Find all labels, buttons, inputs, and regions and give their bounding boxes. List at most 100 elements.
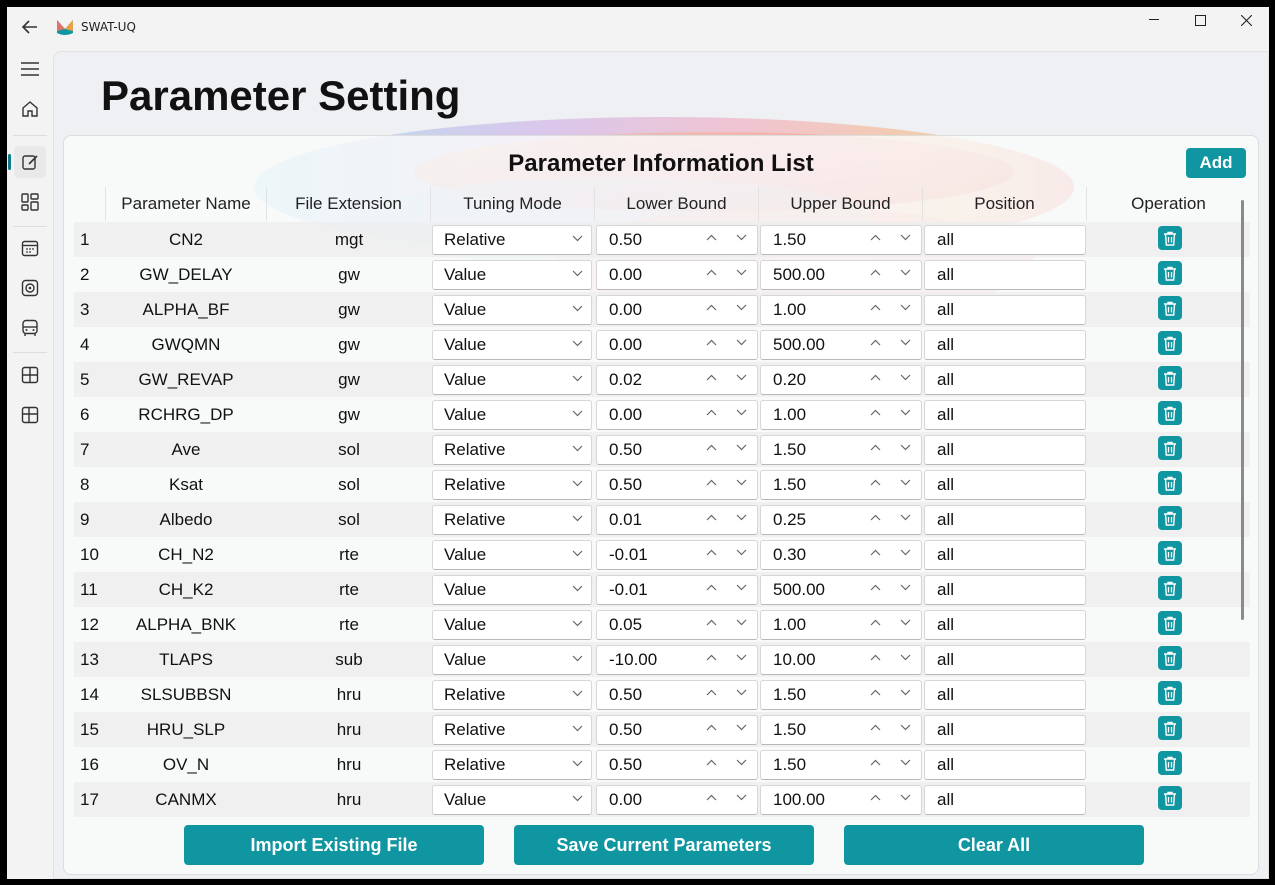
upper-bound-spinbox[interactable]: 500.00 bbox=[760, 575, 922, 605]
tuning-mode-select[interactable]: Relative bbox=[432, 750, 592, 780]
increment-icon[interactable] bbox=[706, 477, 717, 489]
position-input[interactable]: all bbox=[924, 715, 1086, 745]
position-input[interactable]: all bbox=[924, 645, 1086, 675]
position-input[interactable]: all bbox=[924, 750, 1086, 780]
grid-icon[interactable] bbox=[14, 186, 46, 218]
menu-icon[interactable] bbox=[14, 53, 46, 85]
decrement-icon[interactable] bbox=[736, 337, 747, 349]
decrement-icon[interactable] bbox=[736, 477, 747, 489]
trash-icon[interactable] bbox=[1158, 296, 1182, 320]
increment-icon[interactable] bbox=[870, 267, 881, 279]
upper-bound-spinbox[interactable]: 1.50 bbox=[760, 470, 922, 500]
trash-icon[interactable] bbox=[1158, 576, 1182, 600]
decrement-icon[interactable] bbox=[900, 372, 911, 384]
layout-alt-icon[interactable] bbox=[14, 399, 46, 431]
trash-icon[interactable] bbox=[1158, 401, 1182, 425]
decrement-icon[interactable] bbox=[736, 617, 747, 629]
decrement-icon[interactable] bbox=[736, 302, 747, 314]
header-operation[interactable]: Operation bbox=[1087, 187, 1250, 221]
lower-bound-spinbox[interactable]: 0.50 bbox=[596, 470, 758, 500]
increment-icon[interactable] bbox=[870, 302, 881, 314]
add-button[interactable]: Add bbox=[1186, 148, 1246, 178]
trash-icon[interactable] bbox=[1158, 716, 1182, 740]
lower-bound-spinbox[interactable]: 0.01 bbox=[596, 505, 758, 535]
increment-icon[interactable] bbox=[706, 372, 717, 384]
increment-icon[interactable] bbox=[870, 687, 881, 699]
lower-bound-spinbox[interactable]: -0.01 bbox=[596, 575, 758, 605]
decrement-icon[interactable] bbox=[736, 757, 747, 769]
decrement-icon[interactable] bbox=[736, 582, 747, 594]
header-file-extension[interactable]: File Extension bbox=[267, 187, 431, 221]
tuning-mode-select[interactable]: Value bbox=[432, 610, 592, 640]
lower-bound-spinbox[interactable]: 0.00 bbox=[596, 260, 758, 290]
increment-icon[interactable] bbox=[870, 337, 881, 349]
tuning-mode-select[interactable]: Value bbox=[432, 645, 592, 675]
layout-icon[interactable] bbox=[14, 359, 46, 391]
increment-icon[interactable] bbox=[870, 442, 881, 454]
decrement-icon[interactable] bbox=[900, 617, 911, 629]
increment-icon[interactable] bbox=[706, 547, 717, 559]
decrement-icon[interactable] bbox=[900, 687, 911, 699]
increment-icon[interactable] bbox=[706, 722, 717, 734]
position-input[interactable]: all bbox=[924, 610, 1086, 640]
trash-icon[interactable] bbox=[1158, 226, 1182, 250]
increment-icon[interactable] bbox=[706, 302, 717, 314]
trash-icon[interactable] bbox=[1158, 786, 1182, 810]
decrement-icon[interactable] bbox=[736, 232, 747, 244]
decrement-icon[interactable] bbox=[900, 547, 911, 559]
upper-bound-spinbox[interactable]: 1.00 bbox=[760, 400, 922, 430]
decrement-icon[interactable] bbox=[900, 337, 911, 349]
increment-icon[interactable] bbox=[706, 757, 717, 769]
decrement-icon[interactable] bbox=[900, 267, 911, 279]
increment-icon[interactable] bbox=[706, 617, 717, 629]
upper-bound-spinbox[interactable]: 1.00 bbox=[760, 610, 922, 640]
lower-bound-spinbox[interactable]: 0.00 bbox=[596, 400, 758, 430]
lower-bound-spinbox[interactable]: 0.00 bbox=[596, 785, 758, 815]
tuning-mode-select[interactable]: Relative bbox=[432, 715, 592, 745]
upper-bound-spinbox[interactable]: 0.20 bbox=[760, 365, 922, 395]
trash-icon[interactable] bbox=[1158, 611, 1182, 635]
tuning-mode-select[interactable]: Value bbox=[432, 365, 592, 395]
lower-bound-spinbox[interactable]: 0.05 bbox=[596, 610, 758, 640]
position-input[interactable]: all bbox=[924, 260, 1086, 290]
tuning-mode-select[interactable]: Relative bbox=[432, 505, 592, 535]
decrement-icon[interactable] bbox=[736, 267, 747, 279]
header-position[interactable]: Position bbox=[923, 187, 1087, 221]
tuning-mode-select[interactable]: Relative bbox=[432, 435, 592, 465]
tuning-mode-select[interactable]: Value bbox=[432, 575, 592, 605]
increment-icon[interactable] bbox=[706, 687, 717, 699]
tuning-mode-select[interactable]: Relative bbox=[432, 470, 592, 500]
position-input[interactable]: all bbox=[924, 295, 1086, 325]
lower-bound-spinbox[interactable]: 0.50 bbox=[596, 750, 758, 780]
decrement-icon[interactable] bbox=[736, 372, 747, 384]
increment-icon[interactable] bbox=[706, 407, 717, 419]
header-upper-bound[interactable]: Upper Bound bbox=[759, 187, 923, 221]
increment-icon[interactable] bbox=[870, 232, 881, 244]
lower-bound-spinbox[interactable]: 0.00 bbox=[596, 330, 758, 360]
back-arrow-icon[interactable] bbox=[17, 14, 43, 40]
position-input[interactable]: all bbox=[924, 505, 1086, 535]
position-input[interactable]: all bbox=[924, 365, 1086, 395]
increment-icon[interactable] bbox=[870, 582, 881, 594]
decrement-icon[interactable] bbox=[736, 512, 747, 524]
upper-bound-spinbox[interactable]: 1.50 bbox=[760, 715, 922, 745]
decrement-icon[interactable] bbox=[900, 722, 911, 734]
decrement-icon[interactable] bbox=[900, 442, 911, 454]
trash-icon[interactable] bbox=[1158, 261, 1182, 285]
decrement-icon[interactable] bbox=[736, 722, 747, 734]
lower-bound-spinbox[interactable]: -0.01 bbox=[596, 540, 758, 570]
decrement-icon[interactable] bbox=[900, 582, 911, 594]
lower-bound-spinbox[interactable]: 0.50 bbox=[596, 680, 758, 710]
trash-icon[interactable] bbox=[1158, 436, 1182, 460]
upper-bound-spinbox[interactable]: 500.00 bbox=[760, 330, 922, 360]
tuning-mode-select[interactable]: Value bbox=[432, 785, 592, 815]
tuning-mode-select[interactable]: Value bbox=[432, 330, 592, 360]
upper-bound-spinbox[interactable]: 1.50 bbox=[760, 435, 922, 465]
trash-icon[interactable] bbox=[1158, 471, 1182, 495]
tuning-mode-select[interactable]: Value bbox=[432, 260, 592, 290]
close-icon[interactable] bbox=[1223, 7, 1269, 33]
trash-icon[interactable] bbox=[1158, 681, 1182, 705]
increment-icon[interactable] bbox=[706, 512, 717, 524]
edit-icon[interactable] bbox=[14, 146, 46, 178]
decrement-icon[interactable] bbox=[900, 757, 911, 769]
